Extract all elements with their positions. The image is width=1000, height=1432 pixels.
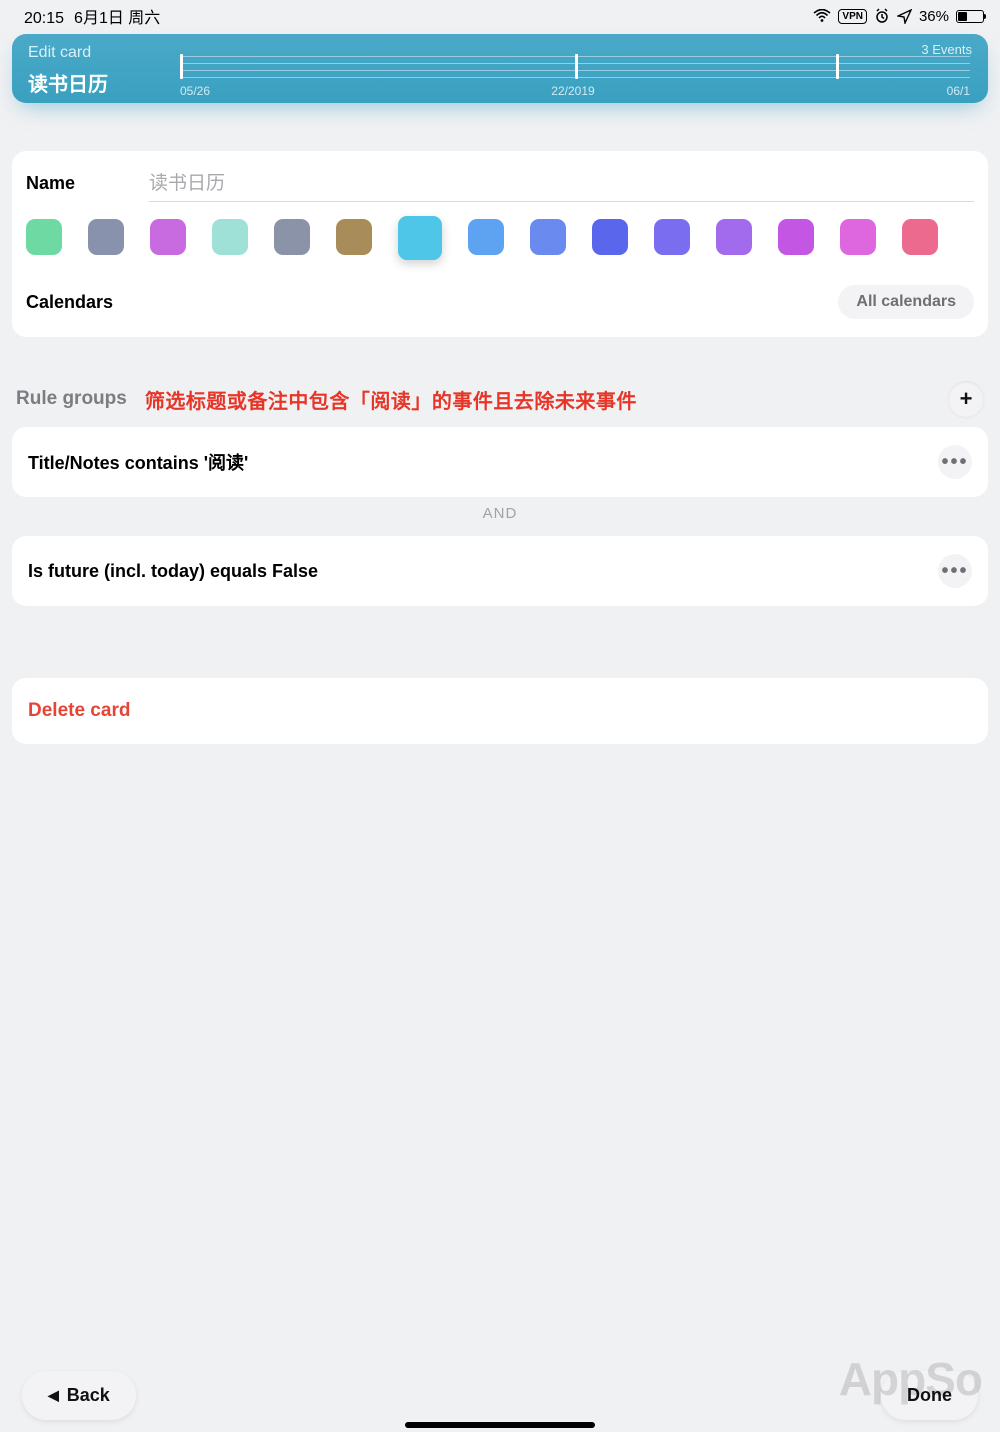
- timeline: [180, 54, 970, 79]
- status-time: 20:15: [24, 10, 64, 28]
- name-input[interactable]: [149, 165, 974, 202]
- delete-card-panel[interactable]: Delete card: [12, 678, 988, 744]
- rule-groups-note: 筛选标题或备注中包含「阅读」的事件且去除未来事件: [145, 385, 637, 414]
- back-button[interactable]: Back: [22, 1371, 136, 1420]
- calendars-selector[interactable]: All calendars: [838, 285, 974, 319]
- color-swatch[interactable]: [212, 219, 248, 255]
- color-swatch[interactable]: [150, 219, 186, 255]
- color-swatch[interactable]: [778, 219, 814, 255]
- rule-more-button[interactable]: •••: [938, 554, 972, 588]
- status-bar: 20:15 6月1日 周六 VPN 36%: [0, 0, 1000, 30]
- color-swatch[interactable]: [26, 219, 62, 255]
- color-swatch[interactable]: [336, 219, 372, 255]
- vpn-badge: VPN: [838, 9, 867, 24]
- rule-groups-title: Rule groups: [16, 388, 127, 410]
- color-swatch[interactable]: [654, 219, 690, 255]
- add-rule-button[interactable]: +: [948, 381, 984, 417]
- battery-percent: 36%: [919, 8, 949, 25]
- status-date: 6月1日 周六: [74, 4, 160, 28]
- timeline-mid: 22/2019: [551, 84, 594, 98]
- rule-connector: AND: [0, 497, 1000, 526]
- location-icon: [897, 9, 912, 24]
- rule-row[interactable]: Title/Notes contains '阅读' •••: [12, 427, 988, 497]
- card-settings-panel: Name Calendars All calendars: [12, 151, 988, 337]
- timeline-end: 06/1: [947, 84, 970, 98]
- wifi-icon: [813, 9, 831, 23]
- color-swatch[interactable]: [716, 219, 752, 255]
- color-swatch[interactable]: [274, 219, 310, 255]
- color-swatch[interactable]: [592, 219, 628, 255]
- rule-more-button[interactable]: •••: [938, 445, 972, 479]
- delete-card-label: Delete card: [28, 700, 130, 721]
- bottom-bar: Back Done: [0, 1371, 1000, 1420]
- rule-text: Title/Notes contains '阅读': [28, 449, 248, 475]
- name-label: Name: [26, 173, 75, 194]
- edit-card-header: Edit card 读书日历 3 Events 05/26 22/2019 06…: [12, 34, 988, 103]
- rule-text: Is future (incl. today) equals False: [28, 561, 318, 582]
- timeline-start: 05/26: [180, 84, 210, 98]
- color-swatch-row: [26, 209, 974, 273]
- alarm-icon: [874, 8, 890, 24]
- color-swatch[interactable]: [398, 216, 442, 260]
- done-button[interactable]: Done: [881, 1371, 978, 1420]
- rule-row[interactable]: Is future (incl. today) equals False •••: [12, 536, 988, 606]
- color-swatch[interactable]: [840, 219, 876, 255]
- timeline-labels: 05/26 22/2019 06/1: [180, 84, 970, 98]
- color-swatch[interactable]: [88, 219, 124, 255]
- calendars-label: Calendars: [26, 292, 113, 313]
- color-swatch[interactable]: [468, 219, 504, 255]
- battery-icon: [956, 10, 984, 23]
- color-swatch[interactable]: [902, 219, 938, 255]
- color-swatch[interactable]: [530, 219, 566, 255]
- rule-groups-header: Rule groups 筛选标题或备注中包含「阅读」的事件且去除未来事件 +: [16, 381, 984, 417]
- home-indicator: [405, 1422, 595, 1428]
